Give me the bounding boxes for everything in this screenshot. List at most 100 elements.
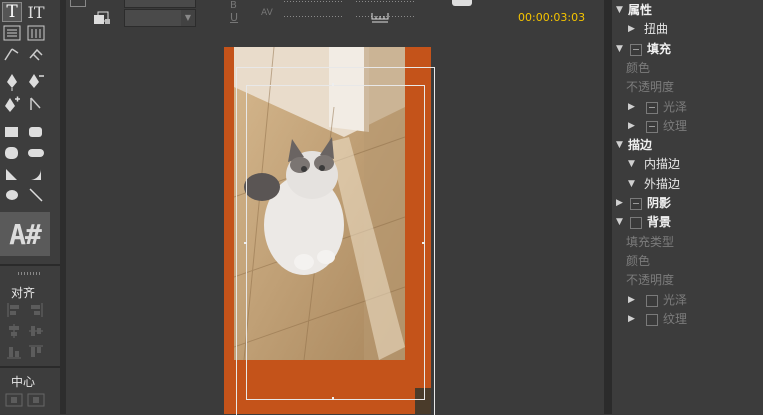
- property-row[interactable]: ▶ 阴影: [612, 194, 763, 213]
- clipped-rectangle-tool-icon[interactable]: [2, 143, 22, 163]
- property-row[interactable]: ▼ 内描边: [612, 155, 763, 174]
- property-row[interactable]: ▶ 扭曲: [612, 20, 763, 39]
- frame-handle-right[interactable]: [422, 242, 425, 244]
- property-checkbox[interactable]: [646, 102, 658, 114]
- type-tool-icon[interactable]: T: [2, 2, 22, 22]
- font-style-dropdown[interactable]: [124, 0, 196, 8]
- property-label: 不透明度: [626, 273, 675, 287]
- templates-icon[interactable]: [93, 10, 111, 24]
- property-checkbox[interactable]: [646, 295, 658, 307]
- ellipse-tool-icon[interactable]: [2, 185, 22, 205]
- chevron-down-icon: ▼: [181, 10, 195, 26]
- font-size-dropdown[interactable]: ▼: [124, 9, 196, 27]
- add-anchor-tool-icon[interactable]: [2, 94, 22, 114]
- property-row[interactable]: 填充类型: [612, 233, 763, 252]
- property-row[interactable]: 不透明度: [612, 271, 763, 290]
- expand-arrow-icon[interactable]: ▼: [628, 155, 635, 174]
- rounded-corner-rectangle-tool-icon[interactable]: [26, 143, 46, 163]
- vertical-paragraph-tool-icon[interactable]: [26, 23, 46, 43]
- align-section-title: 对齐: [10, 286, 35, 300]
- align-vertical-center-icon[interactable]: [26, 321, 46, 341]
- action-safe-frame: [246, 85, 425, 400]
- collapse-arrow-icon[interactable]: ▶: [628, 20, 635, 39]
- property-row[interactable]: 颜色: [612, 59, 763, 78]
- paragraph-type-tool-icon[interactable]: [2, 23, 22, 43]
- property-label: 描边: [628, 138, 653, 152]
- property-row[interactable]: ▼ 填充: [612, 40, 763, 59]
- center-vertical-icon[interactable]: [26, 390, 46, 410]
- property-label: 光泽: [663, 100, 688, 114]
- property-row[interactable]: ▶ 纹理: [612, 310, 763, 329]
- property-row[interactable]: ▼ 外描边: [612, 175, 763, 194]
- vertical-path-type-tool-icon[interactable]: [26, 44, 46, 64]
- arc-tool-icon[interactable]: [26, 164, 46, 184]
- collapse-arrow-icon[interactable]: ▶: [628, 98, 635, 117]
- panel-divider[interactable]: [60, 0, 66, 414]
- property-label: 填充: [647, 42, 672, 56]
- kerning-field[interactable]: [284, 16, 344, 17]
- font-preview[interactable]: A#: [0, 212, 50, 256]
- rectangle-tool-icon[interactable]: [2, 122, 22, 142]
- property-row[interactable]: ▼ 属性: [612, 1, 763, 20]
- tool-panel: T IT A# 对齐 中心: [0, 0, 61, 414]
- frame-handle-top[interactable]: [332, 83, 334, 86]
- align-bottom-icon[interactable]: [4, 342, 24, 362]
- property-label: 外描边: [644, 177, 681, 191]
- frame-handle-bottom[interactable]: [332, 397, 334, 400]
- align-right-icon[interactable]: [26, 300, 46, 320]
- property-label: 光泽: [663, 293, 688, 307]
- align-left-icon[interactable]: [4, 300, 24, 320]
- property-row[interactable]: ▶ 光泽: [612, 291, 763, 310]
- align-horizontal-center-icon[interactable]: [4, 321, 24, 341]
- divider: [0, 366, 60, 368]
- property-label: 阴影: [647, 196, 672, 210]
- collapse-arrow-icon[interactable]: ▶: [628, 310, 635, 329]
- delete-anchor-tool-icon[interactable]: [26, 72, 46, 92]
- property-label: 扭曲: [644, 22, 669, 36]
- panel-grip[interactable]: [18, 272, 40, 275]
- collapse-arrow-icon[interactable]: ▶: [628, 117, 635, 136]
- property-label: 背景: [647, 215, 672, 229]
- tracking-field[interactable]: [356, 1, 416, 2]
- convert-anchor-tool-icon[interactable]: [26, 94, 46, 114]
- font-preview-text: A#: [9, 217, 42, 251]
- property-row[interactable]: ▼ 描边: [612, 136, 763, 155]
- expand-arrow-icon[interactable]: ▼: [616, 1, 623, 20]
- center-horizontal-icon[interactable]: [4, 390, 24, 410]
- expand-arrow-icon[interactable]: ▼: [616, 213, 623, 232]
- pen-tool-icon[interactable]: [2, 72, 22, 92]
- properties-panel: ▼ 属性 ▶ 扭曲 ▼ 填充 颜色 不透明度 ▶ 光泽 ▶ 纹理 ▼ 描边 ▼ 内描边 ▼ 外描边 ▶ 阴影 ▼ 背景 填充…: [612, 0, 763, 414]
- property-row[interactable]: ▶ 纹理: [612, 117, 763, 136]
- frame-handle-left[interactable]: [244, 242, 247, 244]
- leading-field[interactable]: [284, 1, 344, 2]
- bold-button[interactable]: B: [230, 0, 237, 11]
- property-label: 颜色: [626, 61, 651, 75]
- expand-arrow-icon[interactable]: ▼: [628, 175, 635, 194]
- collapse-arrow-icon[interactable]: ▶: [628, 291, 635, 310]
- property-checkbox[interactable]: [630, 44, 642, 56]
- expand-arrow-icon[interactable]: ▼: [616, 40, 623, 59]
- property-row[interactable]: 不透明度: [612, 78, 763, 97]
- line-tool-icon[interactable]: [26, 185, 46, 205]
- tab-stops-icon[interactable]: [370, 9, 390, 23]
- collapse-arrow-icon[interactable]: ▶: [616, 194, 623, 213]
- property-checkbox[interactable]: [646, 121, 658, 133]
- path-type-tool-icon[interactable]: [2, 44, 22, 64]
- align-top-icon[interactable]: [26, 342, 46, 362]
- panel-divider[interactable]: [604, 0, 612, 414]
- property-checkbox[interactable]: [630, 198, 642, 210]
- property-checkbox[interactable]: [646, 314, 658, 326]
- property-checkbox[interactable]: [630, 217, 642, 229]
- property-row[interactable]: ▼ 背景: [612, 213, 763, 232]
- timecode[interactable]: 00:00:03:03: [518, 11, 585, 24]
- play-icon[interactable]: [452, 0, 472, 6]
- underline-button[interactable]: U: [230, 11, 238, 24]
- area-type-tool-icon[interactable]: IT: [26, 2, 46, 22]
- expand-arrow-icon[interactable]: ▼: [616, 136, 623, 155]
- property-label: 填充类型: [626, 235, 675, 249]
- rounded-rectangle-tool-icon[interactable]: [26, 122, 46, 142]
- property-row[interactable]: 颜色: [612, 252, 763, 271]
- property-row[interactable]: ▶ 光泽: [612, 98, 763, 117]
- font-browser-icon[interactable]: [70, 0, 86, 7]
- wedge-tool-icon[interactable]: [2, 164, 22, 184]
